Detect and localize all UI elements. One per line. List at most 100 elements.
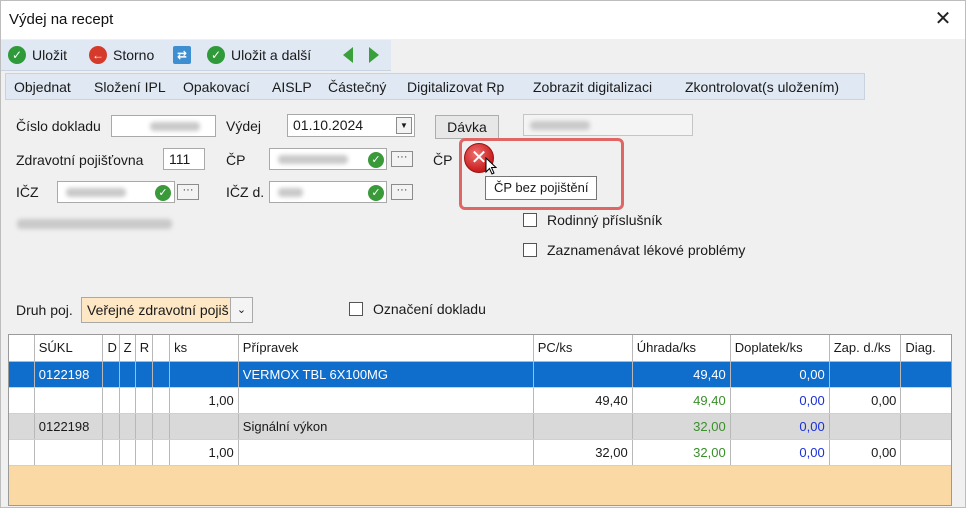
table-cell: 0,00 [730, 439, 830, 466]
table-cell [152, 439, 171, 466]
cislo-dokladu-field[interactable] [111, 115, 216, 137]
grid-header-cell [9, 335, 35, 362]
table-cell: 49,40 [632, 387, 731, 414]
table-cell [34, 439, 104, 466]
toolbar: ✓ Uložit ← Storno ⇄ ✓ Uložit a další [1, 40, 391, 71]
zaznamenavat-checkbox[interactable] [523, 243, 537, 257]
druh-poj-select[interactable]: Veřejné zdravotní pojiš ⌄ [81, 297, 253, 323]
cp-lookup-button[interactable]: ··· [391, 151, 413, 167]
rodinny-checkbox[interactable] [523, 213, 537, 227]
dialog-window: Výdej na recept ✕ ✓ Uložit ← Storno ⇄ ✓ … [0, 0, 966, 508]
table-cell [102, 387, 120, 414]
table-cell [152, 413, 171, 440]
back-arrow-icon: ← [89, 46, 107, 64]
menu-zkontrolovat[interactable]: Zkontrolovat(s uložením) [685, 79, 839, 95]
tooltip: ČP bez pojištění [485, 176, 598, 200]
table-cell [135, 361, 153, 388]
cancel-button-label: Storno [113, 47, 155, 63]
menu-zobrazit-digitalizaci[interactable]: Zobrazit digitalizaci [533, 79, 652, 95]
davka-button[interactable]: Dávka [435, 115, 499, 139]
table-cell [135, 439, 153, 466]
arrow-right-icon[interactable] [367, 44, 381, 66]
window-title: Výdej na recept [9, 11, 114, 28]
menu-castecny[interactable]: Částečný [328, 79, 386, 95]
redacted-doctor-name [17, 219, 172, 229]
redacted-value [530, 121, 590, 130]
redacted-value [278, 155, 348, 164]
table-cell [900, 387, 951, 414]
save-next-button-label: Uložit a další [231, 47, 312, 63]
table-cell [119, 387, 136, 414]
icz-d-lookup-button[interactable]: ··· [391, 184, 413, 200]
davka-field [523, 114, 693, 136]
table-row[interactable]: 1,00 49,40 49,40 0,00 0,00 [9, 387, 951, 414]
druh-poj-value: Veřejné zdravotní pojiš [87, 302, 229, 318]
cp-label: ČP [226, 152, 246, 168]
chevron-down-icon[interactable]: ▼ [396, 117, 412, 134]
grid-header-cell[interactable]: Úhrada/ks [632, 335, 731, 362]
table-cell [533, 361, 633, 388]
refresh-button[interactable]: ⇄ [173, 44, 197, 66]
table-cell: 0,00 [730, 387, 830, 414]
grid-header-cell[interactable]: Zap. d./ks [829, 335, 902, 362]
icz-lookup-button[interactable]: ··· [177, 184, 199, 200]
table-cell [119, 361, 136, 388]
checkmark-icon: ✓ [155, 185, 171, 201]
menu-opakovaci[interactable]: Opakovací [183, 79, 250, 95]
table-cell: 0122198 [34, 361, 104, 388]
menu-aislp[interactable]: AISLP [272, 79, 312, 95]
grid-header-cell[interactable]: D [102, 335, 120, 362]
table-cell [169, 413, 239, 440]
table-cell [238, 387, 534, 414]
table-row[interactable]: 0122198 Signální výkon 32,00 0,00 [9, 413, 951, 440]
table-cell [152, 387, 171, 414]
grid-header-cell[interactable]: ks [169, 335, 239, 362]
cancel-button[interactable]: ← Storno [89, 44, 154, 66]
grid-header-cell[interactable]: R [135, 335, 153, 362]
vydej-date-field[interactable]: 01.10.2024 ▼ [287, 114, 415, 137]
table-cell [9, 413, 35, 440]
table-cell [34, 387, 104, 414]
table-cell [169, 361, 239, 388]
grid-header-cell[interactable]: Z [119, 335, 136, 362]
menu-digitalizovat-rp[interactable]: Digitalizovat Rp [407, 79, 504, 95]
table-cell [900, 361, 951, 388]
menu-objednat[interactable]: Objednat [14, 79, 71, 95]
table-cell [829, 413, 902, 440]
table-row[interactable]: 0122198 VERMOX TBL 6X100MG 49,40 0,00 [9, 361, 951, 388]
close-icon[interactable]: ✕ [931, 7, 955, 31]
oznaceni-label: Označení dokladu [373, 301, 486, 317]
table-row[interactable]: 1,00 32,00 32,00 0,00 0,00 [9, 439, 951, 466]
table-cell: 0,00 [829, 439, 902, 466]
table-cell [9, 387, 35, 414]
table-cell [102, 413, 120, 440]
save-next-icon: ✓ [207, 46, 225, 64]
pojistovna-field[interactable]: 111 [163, 148, 205, 170]
pojistovna-value: 111 [169, 151, 191, 167]
grid-header-cell[interactable]: Doplatek/ks [730, 335, 830, 362]
save-button[interactable]: ✓ Uložit [8, 44, 67, 66]
menu-slozeni-ipl[interactable]: Složení IPL [94, 79, 166, 95]
table-cell [102, 439, 120, 466]
table-cell [9, 439, 35, 466]
checkmark-icon: ✓ [368, 152, 384, 168]
table-cell: 32,00 [632, 439, 731, 466]
arrow-left-icon[interactable] [341, 44, 355, 66]
save-next-button[interactable]: ✓ Uložit a další [207, 44, 311, 66]
table-cell: 0,00 [730, 361, 830, 388]
grid-header-cell[interactable] [152, 335, 171, 362]
grid-header-cell[interactable]: PC/ks [533, 335, 633, 362]
table-cell [900, 413, 951, 440]
icz-label: IČZ [16, 184, 39, 200]
chevron-down-icon[interactable]: ⌄ [230, 298, 252, 322]
grid-header-cell[interactable]: Diag. [900, 335, 951, 362]
table-cell: 49,40 [632, 361, 731, 388]
grid-header-cell[interactable]: Přípravek [238, 335, 534, 362]
table-cell: 0,00 [829, 387, 902, 414]
oznaceni-checkbox[interactable] [349, 302, 363, 316]
table-cell: Signální výkon [238, 413, 534, 440]
table-cell [119, 439, 136, 466]
grid-header-cell[interactable]: SÚKL [34, 335, 104, 362]
pojistovna-label: Zdravotní pojišťovna [16, 152, 144, 168]
cp2-label: ČP [433, 152, 453, 168]
